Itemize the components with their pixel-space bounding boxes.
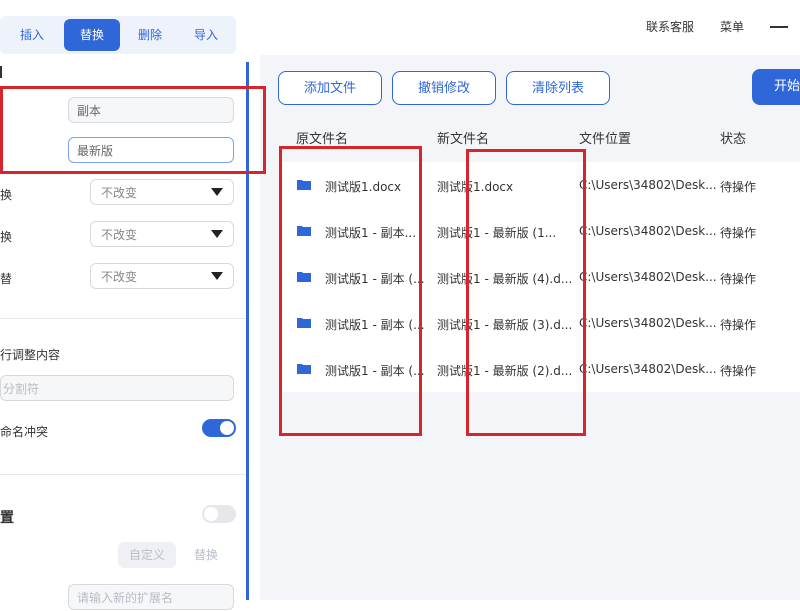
tab-delete[interactable]: 删除 xyxy=(122,19,178,51)
location-cell: C:\Users\34802\Desk... xyxy=(579,362,717,376)
name-conflict-toggle[interactable] xyxy=(202,419,236,437)
select-row-2-label: 换 xyxy=(0,230,13,244)
toggle-knob xyxy=(204,507,218,521)
location-cell: C:\Users\34802\Desk... xyxy=(579,178,717,192)
adjust-content-label: 行调整内容 xyxy=(0,348,61,362)
minimize-icon[interactable] xyxy=(770,26,788,28)
select-row-3-value: 不改变 xyxy=(101,270,138,284)
mode-tabs: 插入 替换 删除 导入 xyxy=(0,16,236,54)
select-row-1-label: 换 xyxy=(0,188,13,202)
replace-button[interactable]: 替换 xyxy=(182,542,230,568)
tab-replace[interactable]: 替换 xyxy=(64,19,120,51)
annotation-box-original xyxy=(279,146,422,436)
select-row-1-value: 不改变 xyxy=(101,186,138,200)
column-new-name: 新文件名 xyxy=(437,132,490,147)
section-title: 置 xyxy=(0,510,14,526)
chevron-down-icon xyxy=(211,188,223,196)
column-original-name: 原文件名 xyxy=(296,132,349,147)
chevron-down-icon xyxy=(211,272,223,280)
select-row-3-label: 替 xyxy=(0,272,13,286)
contact-support-link[interactable]: 联系客服 xyxy=(646,18,694,35)
column-location: 文件位置 xyxy=(579,132,632,147)
column-status: 状态 xyxy=(720,132,747,147)
status-cell: 待操作 xyxy=(720,364,757,378)
add-file-button[interactable]: 添加文件 xyxy=(278,71,382,105)
separator-input[interactable]: 分割符 xyxy=(0,375,234,401)
status-cell: 待操作 xyxy=(720,272,757,286)
menu-link[interactable]: 菜单 xyxy=(720,18,744,35)
start-button[interactable]: 开始 xyxy=(752,69,800,105)
name-conflict-label: 命名冲突 xyxy=(0,425,49,439)
annotation-box-inputs xyxy=(0,86,266,174)
select-row-2-value: 不改变 xyxy=(101,228,138,242)
tab-import[interactable]: 导入 xyxy=(178,19,234,51)
select-row-1[interactable]: 不改变 xyxy=(90,179,234,205)
section-marker xyxy=(0,66,10,78)
top-bar xyxy=(260,0,800,55)
clear-list-button[interactable]: 清除列表 xyxy=(506,71,610,105)
location-cell: C:\Users\34802\Desk... xyxy=(579,316,717,330)
divider xyxy=(0,474,246,475)
extension-input[interactable]: 请输入新的扩展名 xyxy=(68,584,234,610)
tab-insert[interactable]: 插入 xyxy=(4,19,60,51)
annotation-box-new xyxy=(466,149,586,436)
toggle-knob xyxy=(220,421,234,435)
divider xyxy=(0,318,246,319)
status-cell: 待操作 xyxy=(720,180,757,194)
location-cell: C:\Users\34802\Desk... xyxy=(579,224,717,238)
status-cell: 待操作 xyxy=(720,226,757,240)
status-cell: 待操作 xyxy=(720,318,757,332)
select-row-3[interactable]: 不改变 xyxy=(90,263,234,289)
select-row-2[interactable]: 不改变 xyxy=(90,221,234,247)
undo-changes-button[interactable]: 撤销修改 xyxy=(392,71,496,105)
chevron-down-icon xyxy=(211,230,223,238)
section-toggle[interactable] xyxy=(202,505,236,523)
custom-button[interactable]: 自定义 xyxy=(118,542,176,568)
location-cell: C:\Users\34802\Desk... xyxy=(579,270,717,284)
